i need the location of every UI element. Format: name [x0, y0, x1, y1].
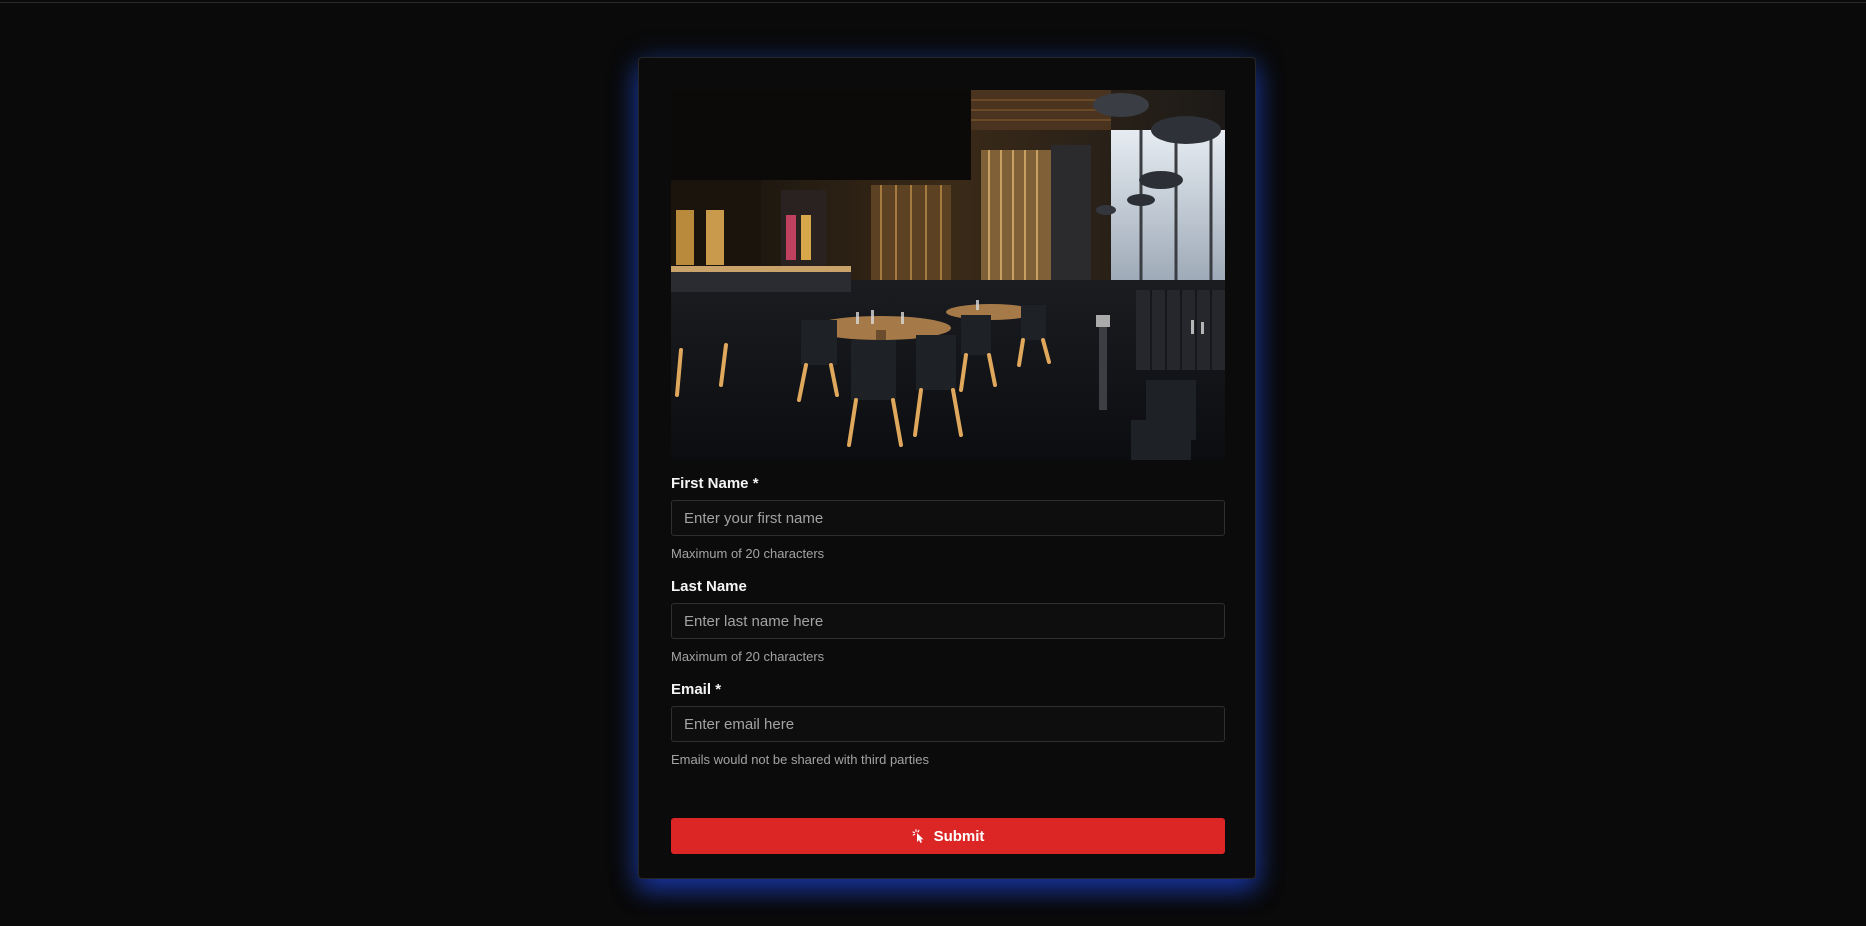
submit-button[interactable]: Submit [671, 818, 1225, 854]
first-name-label-text: First Name [671, 475, 749, 492]
email-label-text: Email [671, 681, 712, 698]
required-marker: * [715, 681, 722, 698]
first-name-help: Maximum of 20 characters [671, 546, 825, 561]
last-name-label: Last Name [671, 577, 1223, 597]
last-name-help: Maximum of 20 characters [671, 649, 825, 664]
email-group: Email * Emails would not be shared with … [671, 680, 1225, 769]
email-help: Emails would not be shared with third pa… [671, 752, 929, 767]
first-name-label: First Name * [671, 474, 1223, 494]
pointer-click-icon [911, 829, 926, 843]
last-name-group: Last Name Maximum of 20 characters [671, 577, 1225, 666]
first-name-input[interactable] [671, 500, 1225, 536]
last-name-label-text: Last Name [671, 578, 747, 595]
signup-card: First Name * Maximum of 20 characters La… [638, 57, 1256, 879]
last-name-input[interactable] [671, 603, 1225, 639]
first-name-group: First Name * Maximum of 20 characters [671, 474, 1225, 563]
required-marker: * [752, 475, 759, 492]
top-divider [0, 2, 1866, 3]
email-input[interactable] [671, 706, 1225, 742]
submit-label: Submit [933, 827, 985, 845]
email-label: Email * [671, 680, 1223, 700]
restaurant-image [671, 90, 1225, 460]
